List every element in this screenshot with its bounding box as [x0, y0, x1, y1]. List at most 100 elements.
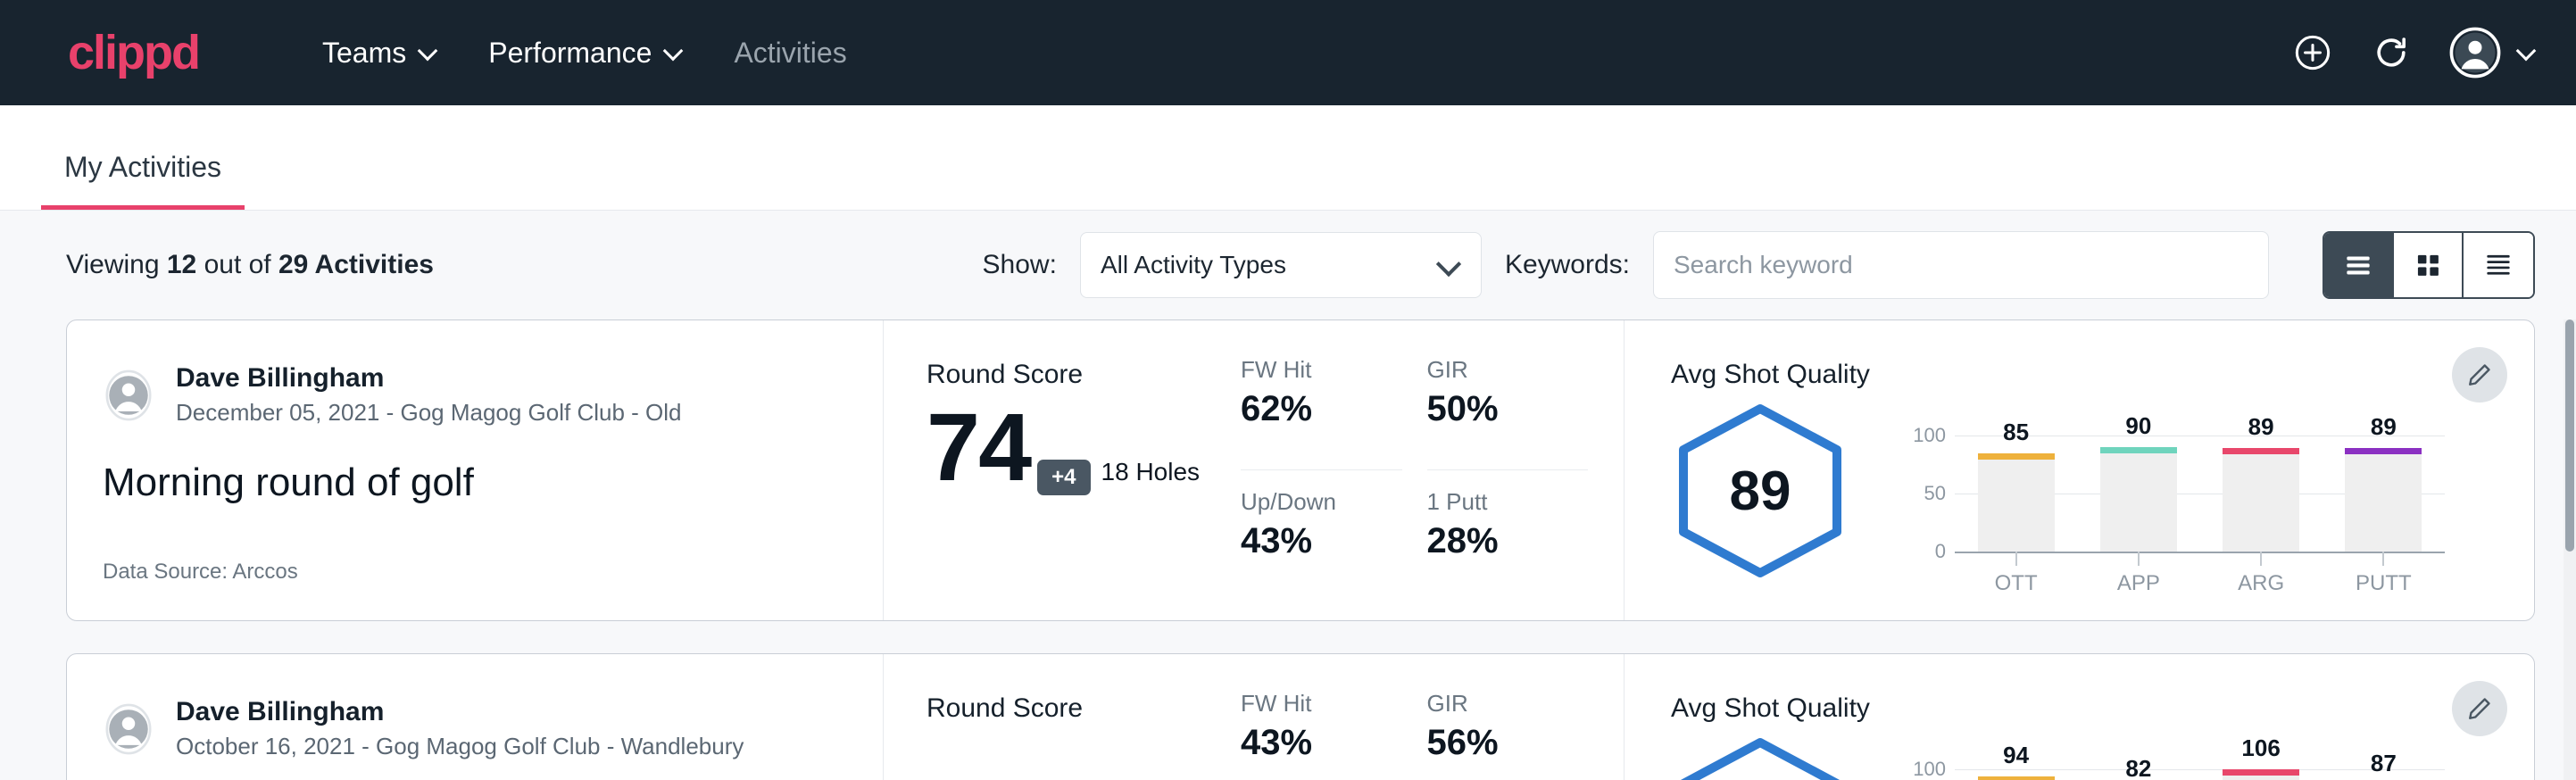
- edit-activity-button[interactable]: [2452, 681, 2507, 736]
- x-axis-tick-label: OTT: [1978, 571, 2055, 596]
- holes-played: 18 Holes: [1101, 458, 1201, 495]
- chart-bar-column: 85: [1978, 436, 2055, 552]
- stat-gir-value: 56%: [1427, 723, 1589, 763]
- chart-bar-cap: [2100, 447, 2177, 453]
- page-tab-bar: My Activities: [0, 105, 2576, 211]
- shot-quality-score: [1671, 737, 1849, 780]
- compact-list-view-icon: [2481, 248, 2515, 282]
- chart-bar: [1978, 776, 2055, 780]
- avg-shot-quality-body: 050100948210687OTTAPPARGPUTT: [1671, 727, 2445, 780]
- chart-bar-value-label: 89: [2371, 413, 2397, 441]
- x-axis-tick-mark: [2382, 552, 2384, 566]
- round-stats-grid: FW Hit 43% GIR 56%: [1241, 654, 1625, 780]
- nav-item-teams-label: Teams: [322, 37, 406, 70]
- stat-fw-hit-value: 62%: [1241, 389, 1402, 429]
- tab-my-activities[interactable]: My Activities: [41, 151, 245, 210]
- shot-quality-bar-chart: 05010085908989OTTAPPARGPUTT: [1898, 411, 2445, 571]
- account-menu[interactable]: [2449, 27, 2537, 79]
- author-name: Dave Billingham: [176, 363, 682, 394]
- chart-plot-area: 85908989OTTAPPARGPUTT: [1955, 411, 2445, 571]
- avatar: [103, 703, 154, 755]
- chart-bar-value-label: 89: [2248, 413, 2274, 441]
- chevron-down-icon: [1438, 253, 1461, 277]
- chart-baseline: [1955, 552, 2445, 553]
- nav-item-activities-label: Activities: [734, 37, 846, 70]
- chart-plot-area: 948210687OTTAPPARGPUTT: [1955, 744, 2445, 780]
- activity-type-select[interactable]: All Activity Types: [1080, 232, 1482, 298]
- round-score-row: 74 +4 18 Holes: [927, 399, 1241, 495]
- chart-bar-column: 94: [1978, 769, 2055, 780]
- shot-quality-hexagon: 89: [1671, 403, 1849, 578]
- plus-circle-icon[interactable]: [2292, 32, 2333, 73]
- stat-up-down: Up/Down 43%: [1241, 470, 1402, 585]
- view-mode-list-button[interactable]: [2324, 233, 2394, 297]
- stat-one-putt-value: 28%: [1427, 521, 1589, 561]
- stat-fw-hit-label: FW Hit: [1241, 356, 1402, 384]
- round-score-value: 74: [927, 399, 1030, 495]
- activity-card[interactable]: Dave Billingham December 05, 2021 - Gog …: [66, 319, 2535, 621]
- activity-card[interactable]: Dave Billingham October 16, 2021 - Gog M…: [66, 653, 2535, 780]
- view-mode-grid-button[interactable]: [2394, 233, 2464, 297]
- stat-gir-label: GIR: [1427, 356, 1589, 384]
- chart-bar-cap: [1978, 453, 2055, 460]
- activity-author: Dave Billingham December 05, 2021 - Gog …: [103, 363, 847, 427]
- chart-bar-cap: [2223, 769, 2299, 776]
- activity-title: Morning round of golf: [103, 461, 847, 505]
- chart-bar: [2345, 448, 2422, 552]
- viewing-mid: out of: [196, 250, 278, 279]
- stat-gir: GIR 50%: [1427, 356, 1589, 470]
- chart-bar: [1978, 453, 2055, 552]
- nav-item-teams[interactable]: Teams: [297, 28, 463, 79]
- refresh-icon[interactable]: [2371, 32, 2412, 73]
- chart-bar-cap: [1978, 776, 2055, 780]
- chart-x-axis: OTTAPPARGPUTT: [1955, 571, 2445, 596]
- stat-one-putt-label: 1 Putt: [1427, 488, 1589, 516]
- chart-bar: [2223, 448, 2299, 552]
- filter-controls: Show: All Activity Types Keywords:: [983, 231, 2535, 299]
- round-stats-grid: FW Hit 62% GIR 50% Up/Down 43% 1 Putt 28…: [1241, 320, 1625, 620]
- view-mode-toggle-group: [2323, 231, 2535, 299]
- nav-item-activities[interactable]: Activities: [709, 28, 871, 79]
- chart-y-axis: 050100: [1898, 744, 1955, 780]
- par-differential-badge: +4: [1037, 460, 1090, 495]
- pencil-icon: [2466, 361, 2493, 388]
- chart-bar: [2223, 769, 2299, 780]
- author-name: Dave Billingham: [176, 697, 744, 727]
- chart-bar-value-label: 85: [2003, 419, 2029, 446]
- round-score-column: Round Score 74 +4 18 Holes: [884, 320, 1241, 620]
- stat-gir-label: GIR: [1427, 690, 1589, 718]
- top-navigation-bar: clippd Teams Performance Activities: [0, 0, 2576, 105]
- stat-one-putt: 1 Putt 28%: [1427, 470, 1589, 585]
- viewing-prefix: Viewing: [66, 250, 167, 279]
- activity-date-location: October 16, 2021 - Gog Magog Golf Club -…: [176, 733, 744, 760]
- view-mode-compact-button[interactable]: [2464, 233, 2533, 297]
- list-view-icon: [2341, 248, 2375, 282]
- account-avatar-icon: [2449, 27, 2501, 79]
- score-badge-group: +4: [1037, 460, 1090, 495]
- search-input[interactable]: [1653, 231, 2269, 299]
- viewing-shown-count: 12: [167, 250, 196, 279]
- chevron-down-icon: [664, 43, 684, 62]
- nav-right-actions: [2292, 27, 2537, 79]
- avg-shot-quality-label: Avg Shot Quality: [1671, 360, 2445, 390]
- stat-gir-value: 50%: [1427, 389, 1589, 429]
- x-axis-tick-mark: [2015, 552, 2017, 566]
- edit-activity-button[interactable]: [2452, 347, 2507, 402]
- chart-bar-column: 89: [2345, 436, 2422, 552]
- scrollbar-thumb[interactable]: [2565, 319, 2574, 552]
- shot-quality-score: 89: [1671, 403, 1849, 578]
- chart-bar-column: 90: [2100, 436, 2177, 552]
- chart-bar-value-label: 90: [2125, 412, 2151, 440]
- activity-info-column: Dave Billingham October 16, 2021 - Gog M…: [67, 654, 884, 780]
- author-text: Dave Billingham October 16, 2021 - Gog M…: [176, 697, 744, 760]
- stat-fw-hit: FW Hit 62%: [1241, 356, 1402, 470]
- activity-data-source: Data Source: Arccos: [103, 560, 847, 585]
- x-axis-tick-label: APP: [2100, 571, 2177, 596]
- activity-card-list[interactable]: Dave Billingham December 05, 2021 - Gog …: [0, 319, 2576, 780]
- clippd-logo[interactable]: clippd: [68, 29, 199, 77]
- activity-author: Dave Billingham October 16, 2021 - Gog M…: [103, 697, 847, 760]
- x-axis-tick-mark: [2138, 552, 2140, 566]
- nav-item-performance[interactable]: Performance: [463, 28, 709, 79]
- page-scrollbar[interactable]: [2564, 319, 2576, 780]
- stat-up-down-value: 43%: [1241, 521, 1402, 561]
